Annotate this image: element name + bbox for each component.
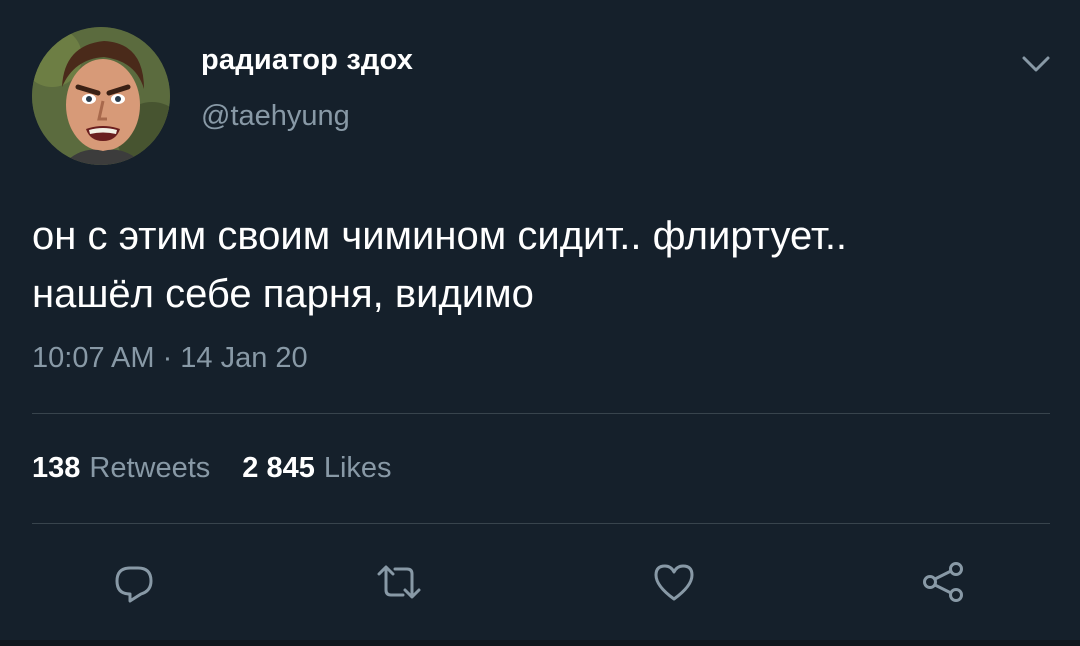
- divider: [32, 523, 1050, 524]
- retweets-count: 138: [32, 452, 81, 484]
- retweets-stat[interactable]: 138 Retweets: [32, 452, 210, 485]
- likes-count: 2 845: [242, 452, 315, 484]
- retweet-button[interactable]: [373, 556, 425, 608]
- tweet-text-line: он с этим своим чимином сидит.. флиртует…: [32, 214, 848, 258]
- avatar[interactable]: [32, 27, 170, 165]
- reply-button[interactable]: [108, 556, 160, 608]
- bottom-divider: [0, 640, 1080, 646]
- tweet-card: радиатор здох @taehyung он с этим своим …: [0, 0, 1080, 646]
- tweet-stats: 138 Retweets 2 845 Likes: [32, 452, 424, 485]
- like-button[interactable]: [648, 556, 700, 608]
- share-button[interactable]: [917, 556, 969, 608]
- tweet-text: он с этим своим чимином сидит.. флиртует…: [32, 207, 1052, 323]
- reply-icon: [115, 566, 153, 603]
- retweet-icon: [377, 565, 421, 599]
- user-handle[interactable]: @taehyung: [201, 100, 350, 133]
- display-name[interactable]: радиатор здох: [201, 44, 413, 77]
- cartoon-face-avatar-icon: [32, 27, 170, 165]
- divider: [32, 413, 1050, 414]
- retweets-label: Retweets: [89, 452, 211, 484]
- likes-label: Likes: [323, 452, 392, 484]
- tweet-timestamp[interactable]: 10:07 AM · 14 Jan 20: [32, 342, 308, 375]
- chevron-down-icon[interactable]: [1018, 52, 1054, 76]
- likes-stat[interactable]: 2 845 Likes: [242, 452, 391, 485]
- heart-icon: [654, 564, 694, 601]
- tweet-text-line: нашёл себе парня, видимо: [32, 272, 534, 316]
- share-icon: [923, 562, 963, 602]
